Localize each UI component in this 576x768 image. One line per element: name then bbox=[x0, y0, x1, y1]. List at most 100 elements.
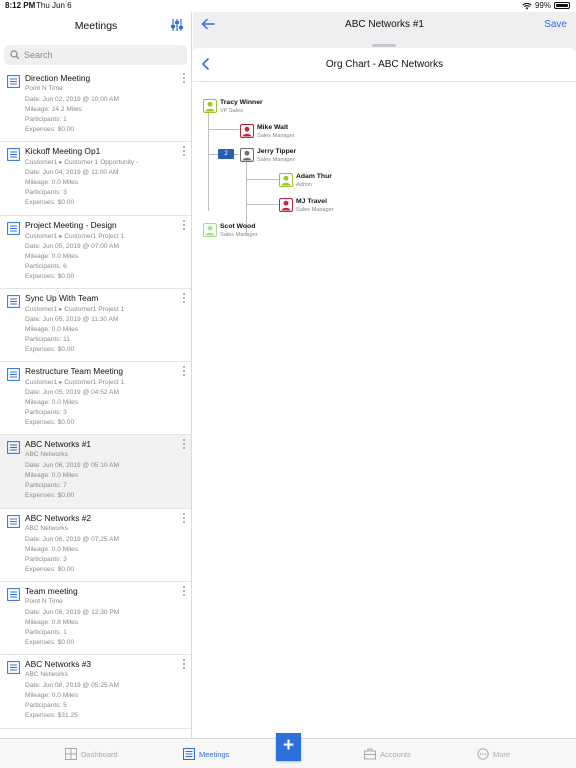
meetings-title: Meetings bbox=[74, 20, 118, 32]
meeting-document-icon bbox=[7, 294, 20, 308]
org-node-role: Sales Manager bbox=[257, 133, 295, 139]
meeting-list-item[interactable]: Project Meeting - Design Customer1 ▸ Cust… bbox=[0, 216, 191, 289]
meeting-document-icon bbox=[7, 75, 20, 88]
org-connector bbox=[208, 129, 239, 130]
meeting-document-icon bbox=[7, 441, 20, 455]
tab-label: Meetings bbox=[199, 749, 230, 759]
meetings-header: Meetings bbox=[0, 12, 191, 40]
meeting-list-item[interactable]: ABC Networks #1 ABC Networks Date: Jun 06,… bbox=[0, 435, 191, 509]
more-options-icon[interactable] bbox=[183, 512, 186, 525]
reports-count-badge[interactable]: 2 bbox=[218, 149, 234, 159]
meeting-list-item[interactable]: Team meeting Point N Time Date: Jun 06, 20… bbox=[0, 582, 191, 656]
meeting-detail-line: Date: Jun 05, 2019 @ 11:30 AM bbox=[25, 315, 119, 323]
meeting-document-icon bbox=[7, 588, 20, 601]
org-node-name: Mike Walt bbox=[257, 124, 289, 131]
more-options-icon[interactable] bbox=[183, 73, 186, 85]
more-options-icon[interactable] bbox=[183, 366, 186, 378]
meeting-list-item[interactable]: Direction Meeting Point N Time Date: Jun 0… bbox=[0, 69, 191, 143]
meeting-detail-line: Point N Time bbox=[25, 598, 63, 606]
meeting-detail-line: Mileage: 24.2 Miles bbox=[25, 106, 82, 113]
person-icon bbox=[240, 124, 254, 138]
tab-label: Dashboard bbox=[81, 749, 118, 759]
tab-meetings[interactable]: Meetings bbox=[183, 748, 229, 760]
meeting-detail-line: Participants: 1 bbox=[25, 629, 67, 637]
org-chart: Tracy Winner VP Sales Mike Walt Sales Ma… bbox=[193, 82, 576, 282]
more-icon bbox=[477, 748, 489, 760]
search-input[interactable] bbox=[24, 48, 174, 62]
org-chart-title: Org Chart - ABC Networks bbox=[325, 59, 444, 70]
meeting-title: Direction Meeting bbox=[25, 73, 91, 83]
battery-icon bbox=[554, 2, 570, 9]
meeting-list-item[interactable]: Restructure Team Meeting Customer1 ▸ Cust… bbox=[0, 362, 191, 436]
org-node-name: Adam Thur bbox=[296, 173, 332, 180]
more-options-icon[interactable] bbox=[183, 659, 186, 671]
status-date: Thu Jun 6 bbox=[36, 1, 72, 10]
org-chart-sheet: Org Chart - ABC Networks Tracy Winner VP… bbox=[193, 48, 576, 738]
person-icon bbox=[240, 148, 254, 162]
meetings-icon bbox=[183, 748, 195, 760]
meeting-detail-line: Expenses: $0.00 bbox=[25, 419, 75, 427]
person-icon bbox=[279, 198, 293, 212]
filter-sliders-icon[interactable] bbox=[170, 18, 184, 32]
meeting-detail-line: Point N Time bbox=[25, 85, 63, 92]
meeting-title: ABC Networks #1 bbox=[25, 439, 92, 450]
meeting-list-item[interactable]: Kickoff Meeting Op1 Customer1 ▸ Customer … bbox=[0, 142, 191, 216]
meeting-detail-line: Participants: 3 bbox=[25, 409, 67, 417]
detail-nav-bar: ABC Networks #1 Save bbox=[193, 12, 576, 40]
meeting-document-icon bbox=[7, 661, 20, 675]
org-node-role: Sales Manager bbox=[257, 157, 295, 163]
meeting-detail-line: Date: Jun 06, 2019 @ 05:10 AM bbox=[25, 462, 119, 470]
org-node-role: Sales Manager bbox=[296, 207, 334, 213]
sheet-grabber[interactable] bbox=[372, 44, 396, 47]
meeting-detail-line: Participants: 1 bbox=[25, 116, 67, 123]
meeting-detail-line: Participants: 5 bbox=[25, 702, 67, 710]
tab-dashboard[interactable]: Dashboard bbox=[65, 748, 118, 760]
more-options-icon[interactable] bbox=[183, 219, 186, 232]
meeting-title: Project Meeting - Design bbox=[25, 219, 117, 230]
org-chart-header: Org Chart - ABC Networks bbox=[193, 48, 576, 82]
meeting-document-icon bbox=[7, 221, 20, 235]
meeting-detail-line: Mileage: 0.0 Miles bbox=[25, 399, 79, 407]
tab-accounts[interactable]: Accounts bbox=[364, 748, 411, 760]
org-connector bbox=[208, 100, 209, 210]
meeting-detail-line: Expenses: $0.00 bbox=[25, 199, 75, 207]
search-bar[interactable] bbox=[4, 45, 187, 65]
briefcase-icon bbox=[364, 748, 376, 760]
meeting-list-item[interactable]: Sync Up With Team Customer1 ▸ Customer1 P… bbox=[0, 289, 191, 363]
add-button[interactable]: + bbox=[276, 733, 301, 761]
org-node-name: Scot Wood bbox=[220, 223, 256, 230]
more-options-icon[interactable] bbox=[183, 439, 186, 451]
more-options-icon[interactable] bbox=[183, 292, 186, 305]
meeting-title: Kickoff Meeting Op1 bbox=[25, 146, 101, 157]
org-connector bbox=[246, 204, 279, 205]
tab-label: More bbox=[493, 749, 511, 759]
org-node-role: VP Sales bbox=[220, 108, 243, 114]
meeting-detail-line: Date: Jun 05, 2019 @ 07:00 AM bbox=[25, 242, 119, 250]
detail-title: ABC Networks #1 bbox=[345, 19, 424, 30]
save-button[interactable]: Save bbox=[544, 19, 567, 30]
meeting-detail-line: Date: Jun 06, 2019 @ 07:25 AM bbox=[25, 535, 119, 543]
meeting-detail-line: Expenses: $0.00 bbox=[25, 492, 75, 500]
search-icon bbox=[10, 50, 20, 60]
meeting-title: Team meeting bbox=[25, 586, 78, 597]
more-options-icon[interactable] bbox=[183, 146, 186, 158]
tab-more[interactable]: More bbox=[477, 748, 510, 760]
meeting-list-item[interactable]: ABC Networks #2 ABC Networks Date: Jun 06,… bbox=[0, 509, 191, 583]
meeting-detail-line: Participants: 3 bbox=[25, 555, 67, 563]
meetings-list-pane: Meetings Direction Meeting Point N Time Da… bbox=[0, 12, 192, 738]
meeting-detail-line: Date: Jun 06, 2019 @ 12:30 PM bbox=[25, 609, 120, 617]
org-node-name: Tracy Winner bbox=[220, 99, 263, 106]
meeting-detail-line: Customer1 ▸ Customer1 Project 1 bbox=[25, 379, 125, 387]
meeting-document-icon bbox=[7, 148, 20, 162]
meeting-document-icon bbox=[7, 368, 20, 382]
meeting-detail-line: ABC Networks bbox=[25, 451, 68, 459]
status-time: 8:12 PM bbox=[5, 1, 36, 10]
battery-percent: 99% bbox=[534, 1, 551, 10]
meeting-list-item[interactable]: ABC Networks #3 ABC Networks Date: Jun 08,… bbox=[0, 655, 191, 729]
more-options-icon[interactable] bbox=[183, 586, 186, 598]
meeting-detail-line: Expenses: $31.25 bbox=[25, 712, 78, 720]
tab-label: Accounts bbox=[380, 749, 411, 759]
meeting-detail-line: Mileage: 0.8 Miles bbox=[25, 619, 79, 627]
meeting-detail-line: Date: Jun 08, 2019 @ 05:25 AM bbox=[25, 682, 119, 690]
meeting-title: Sync Up With Team bbox=[25, 292, 99, 303]
